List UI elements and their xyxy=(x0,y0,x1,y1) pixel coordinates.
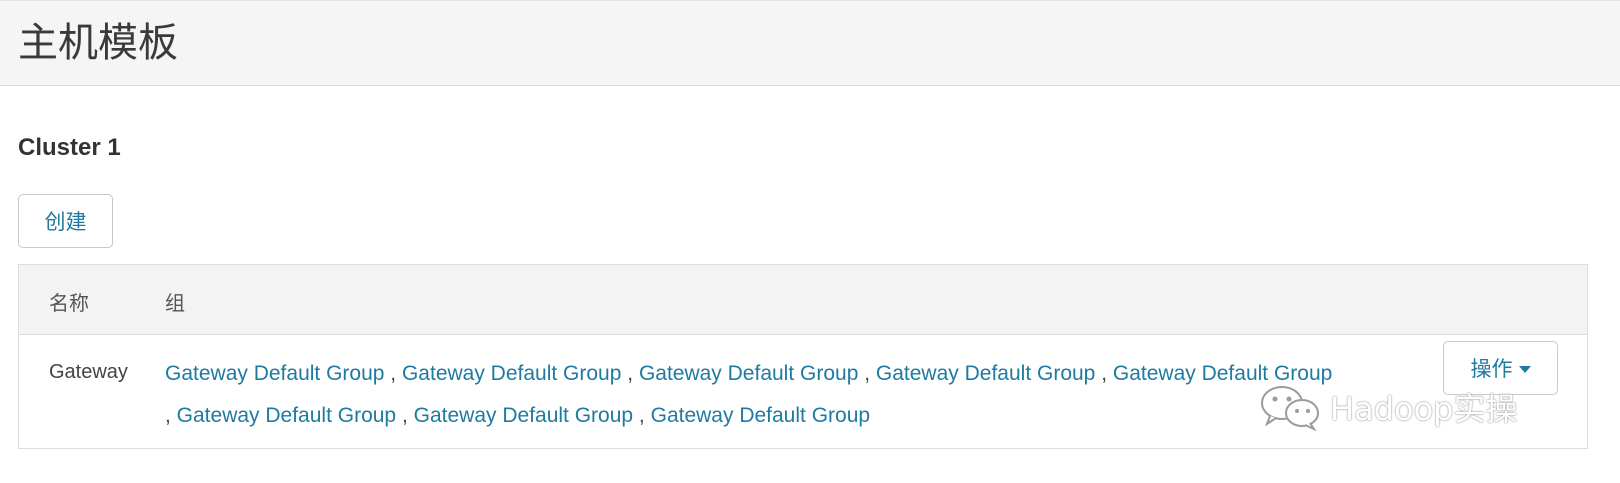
group-link[interactable]: Gateway Default Group xyxy=(414,404,633,427)
group-link[interactable]: Gateway Default Group xyxy=(651,404,870,427)
separator: , xyxy=(384,362,402,385)
separator: , xyxy=(633,404,651,427)
actions-label: 操作 xyxy=(1470,357,1513,381)
watermark-text: Hadoop实操 xyxy=(1330,390,1518,428)
separator: , xyxy=(396,404,414,427)
watermark: Hadoop实操 xyxy=(1258,382,1517,432)
template-name: Gateway xyxy=(49,361,128,383)
column-header-group: 组 xyxy=(165,291,185,315)
table-header: 名称 组 xyxy=(19,265,1587,335)
create-button[interactable]: 创建 xyxy=(18,194,113,248)
separator: , xyxy=(1095,362,1113,385)
caret-down-icon xyxy=(1518,366,1531,373)
separator: , xyxy=(621,362,639,385)
group-link[interactable]: Gateway Default Group xyxy=(177,404,396,427)
wechat-icon xyxy=(1261,386,1319,431)
group-link[interactable]: Gateway Default Group xyxy=(402,362,621,385)
group-link[interactable]: Gateway Default Group xyxy=(876,362,1095,385)
group-link[interactable]: Gateway Default Group xyxy=(639,362,858,385)
cluster-title: Cluster 1 xyxy=(18,134,121,161)
column-header-name: 名称 xyxy=(49,291,89,315)
page-header: 主机模板 xyxy=(0,0,1620,86)
separator: , xyxy=(858,362,876,385)
separator: , xyxy=(165,404,177,427)
page-title: 主机模板 xyxy=(18,20,178,66)
group-link[interactable]: Gateway Default Group xyxy=(165,362,384,385)
